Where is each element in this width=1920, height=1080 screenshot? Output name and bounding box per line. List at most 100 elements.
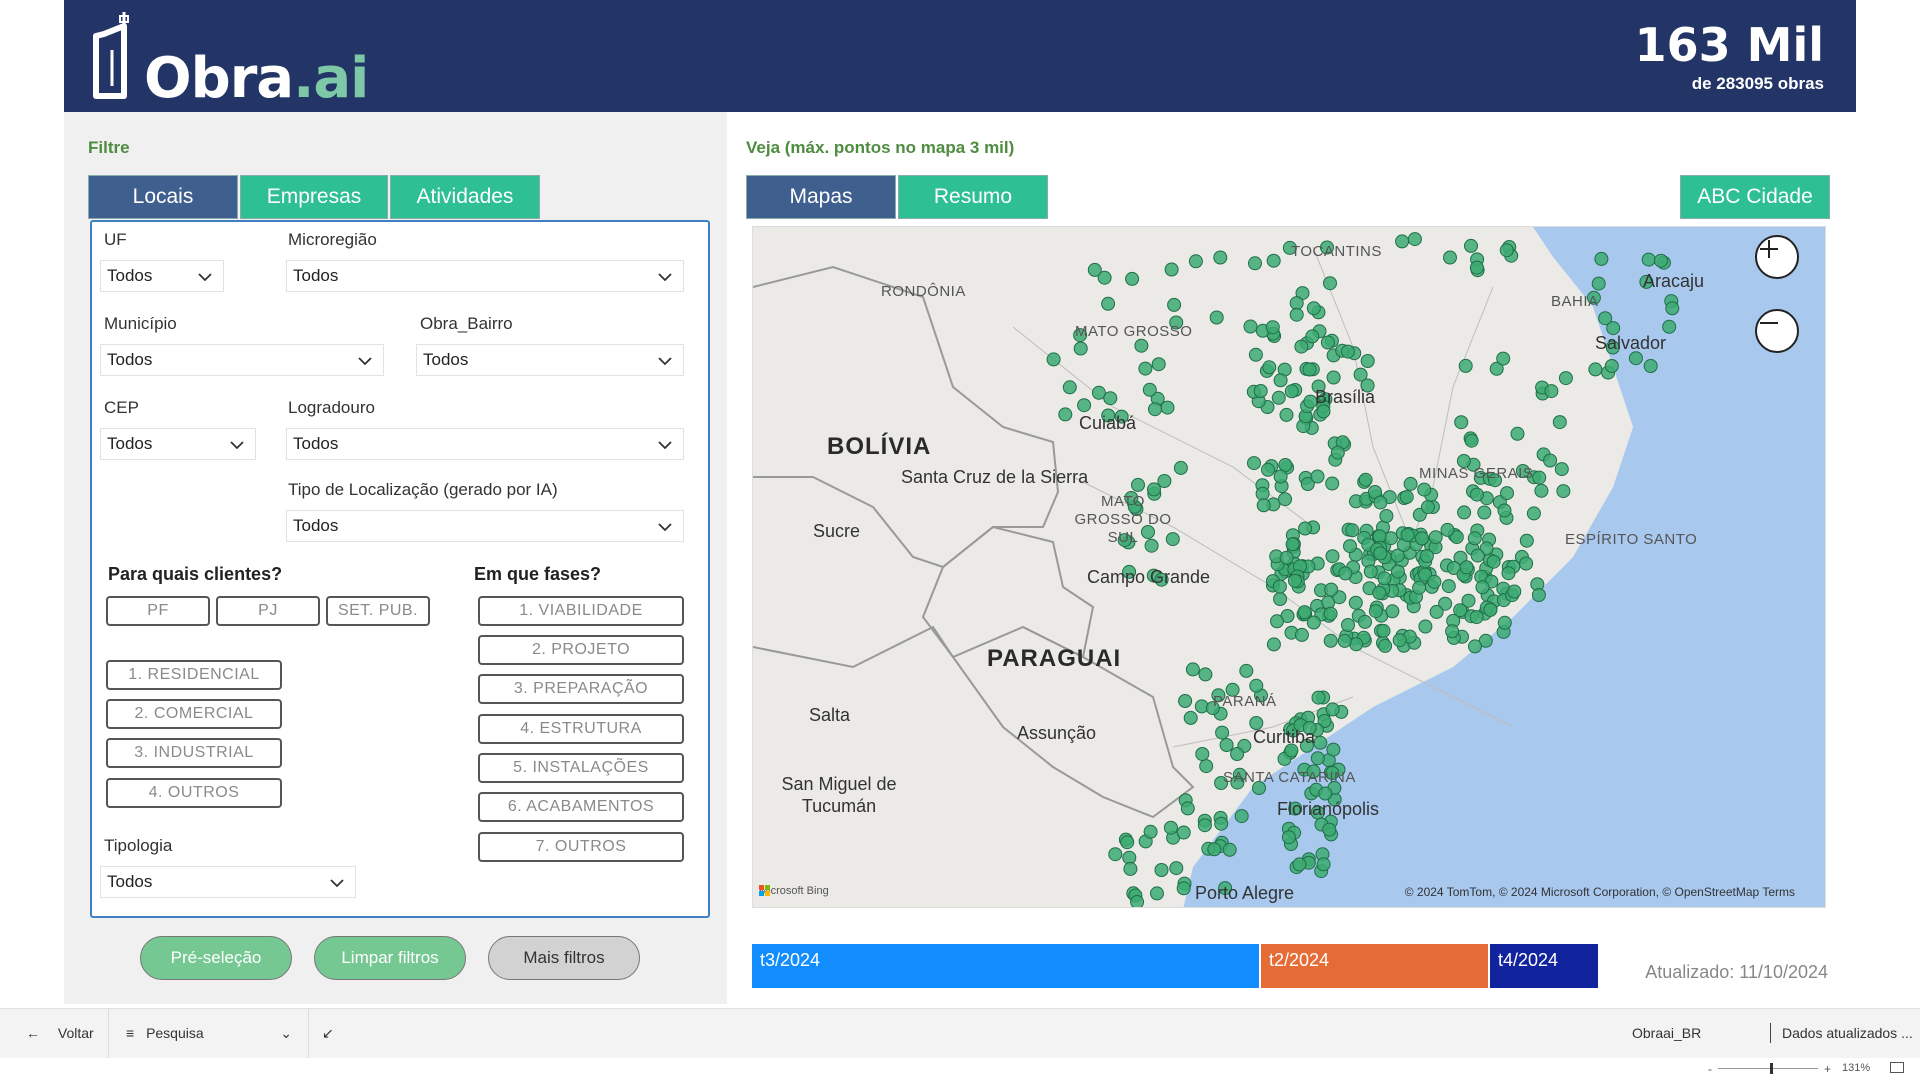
map-point[interactable] — [1234, 809, 1249, 824]
period-segment[interactable]: t4/2024 — [1490, 944, 1598, 988]
map-point[interactable] — [1123, 861, 1138, 876]
client-pf-button[interactable]: PF — [106, 596, 210, 626]
map-point[interactable] — [1062, 380, 1077, 395]
map-point[interactable] — [1323, 606, 1338, 621]
map-point[interactable] — [1266, 637, 1281, 652]
map-point[interactable] — [1445, 624, 1460, 639]
map-point[interactable] — [1302, 362, 1317, 377]
map-point[interactable] — [1531, 588, 1546, 602]
map-point[interactable] — [1247, 456, 1261, 471]
map-point[interactable] — [1457, 505, 1472, 520]
map-point[interactable] — [1403, 476, 1418, 491]
map-point[interactable] — [1469, 260, 1484, 275]
map-point[interactable] — [1292, 857, 1307, 872]
map-point[interactable] — [1183, 710, 1198, 725]
map-point[interactable] — [1469, 610, 1484, 625]
more-filters-button[interactable]: Mais filtros — [488, 936, 640, 980]
map-point[interactable] — [1469, 487, 1484, 502]
map-point[interactable] — [1400, 528, 1415, 542]
map-point[interactable] — [1167, 297, 1182, 312]
map-point[interactable] — [1325, 476, 1340, 491]
map-point[interactable] — [1395, 234, 1410, 249]
map-point[interactable] — [1345, 523, 1360, 538]
map-point[interactable] — [1261, 462, 1275, 477]
map-point[interactable] — [1440, 522, 1455, 537]
map-point[interactable] — [1077, 398, 1092, 413]
map-point[interactable] — [1464, 238, 1478, 253]
map-point[interactable] — [1373, 495, 1388, 510]
map-point[interactable] — [1358, 472, 1373, 487]
map-point[interactable] — [1173, 460, 1188, 475]
map-point[interactable] — [1134, 338, 1149, 353]
map-point[interactable] — [1207, 842, 1222, 857]
map-point[interactable] — [1507, 584, 1522, 599]
map-point[interactable] — [1073, 341, 1088, 356]
map-point[interactable] — [1349, 637, 1364, 652]
map-point[interactable] — [1497, 503, 1512, 518]
map-point[interactable] — [1273, 469, 1288, 484]
map-point[interactable] — [1483, 602, 1498, 617]
map-point[interactable] — [1148, 402, 1162, 417]
microregiao-dropdown[interactable]: Todos — [286, 260, 684, 292]
map-point[interactable] — [1248, 256, 1262, 271]
map-point[interactable] — [1588, 362, 1603, 377]
map-point[interactable] — [1310, 469, 1325, 484]
map-point[interactable] — [1306, 301, 1321, 316]
map-point[interactable] — [1353, 367, 1368, 382]
map-point[interactable] — [1558, 371, 1573, 386]
map-point[interactable] — [1390, 564, 1405, 579]
bairro-dropdown[interactable]: Todos — [416, 344, 684, 376]
map-point[interactable] — [1325, 702, 1340, 717]
map-point[interactable] — [1320, 335, 1335, 350]
map-point[interactable] — [1230, 747, 1245, 761]
category-industrial-button[interactable]: 3. INDUSTRIAL — [106, 738, 282, 768]
map-point[interactable] — [1285, 537, 1300, 552]
phase-outros-button[interactable]: 7. OUTROS — [478, 832, 684, 862]
map-point[interactable] — [1103, 391, 1118, 406]
map-point[interactable] — [1157, 474, 1172, 488]
cep-dropdown[interactable]: Todos — [100, 428, 256, 460]
map-point[interactable] — [1284, 384, 1299, 399]
map-point[interactable] — [1101, 296, 1116, 311]
map-point[interactable] — [1253, 384, 1268, 398]
map-view[interactable]: BOLÍVIA PARAGUAI Cuiabá Santa Cruz de la… — [752, 226, 1826, 908]
map-point[interactable] — [1340, 344, 1355, 359]
map-point[interactable] — [1475, 580, 1490, 595]
map-point[interactable] — [1348, 595, 1363, 610]
map-point[interactable] — [1305, 329, 1320, 344]
map-point[interactable] — [1178, 694, 1193, 708]
tab-atividades[interactable]: Atividades — [390, 175, 540, 219]
map-point[interactable] — [1294, 339, 1309, 354]
map-point[interactable] — [1338, 566, 1353, 581]
map-point[interactable] — [1176, 881, 1191, 896]
map-point[interactable] — [1543, 453, 1558, 468]
map-point[interactable] — [1407, 232, 1422, 247]
client-setpub-button[interactable]: SET. PUB. — [326, 596, 430, 626]
map-point[interactable] — [1377, 571, 1392, 586]
map-point[interactable] — [1385, 604, 1400, 619]
map-point[interactable] — [1087, 262, 1102, 277]
zoom-out-button[interactable] — [1755, 309, 1799, 353]
map-point[interactable] — [1199, 759, 1214, 774]
category-residencial-button[interactable]: 1. RESIDENCIAL — [106, 660, 282, 690]
map-point[interactable] — [1125, 271, 1140, 286]
tipologia-dropdown[interactable]: Todos — [100, 866, 356, 898]
map-point[interactable] — [1330, 445, 1345, 460]
map-point[interactable] — [1273, 592, 1288, 606]
map-point[interactable] — [1185, 662, 1200, 677]
map-point[interactable] — [1532, 470, 1547, 485]
back-button[interactable]: ← Voltar — [26, 1025, 94, 1041]
map-point[interactable] — [1427, 574, 1442, 589]
municipio-dropdown[interactable]: Todos — [100, 344, 384, 376]
map-point[interactable] — [1486, 554, 1501, 569]
zoom-slider-thumb[interactable] — [1770, 1063, 1773, 1074]
logradouro-dropdown[interactable]: Todos — [286, 428, 684, 460]
map-point[interactable] — [1169, 861, 1184, 876]
zoom-in-button[interactable] — [1755, 235, 1799, 279]
phase-preparacao-button[interactable]: 3. PREPARAÇÃO — [478, 674, 684, 704]
map-point[interactable] — [1311, 690, 1326, 705]
map-point[interactable] — [1239, 663, 1254, 678]
map-point[interactable] — [1360, 354, 1375, 368]
map-attribution[interactable]: © 2024 TomTom, © 2024 Microsoft Corporat… — [1405, 885, 1795, 899]
map-point[interactable] — [1428, 530, 1443, 545]
